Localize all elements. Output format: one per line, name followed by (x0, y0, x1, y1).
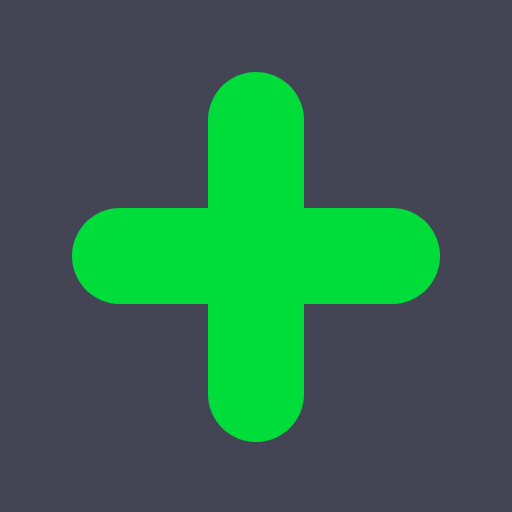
plus-icon[interactable] (0, 0, 512, 512)
app-icon-tile[interactable] (0, 0, 512, 512)
plus-icon-horizontal-bar (72, 208, 440, 304)
